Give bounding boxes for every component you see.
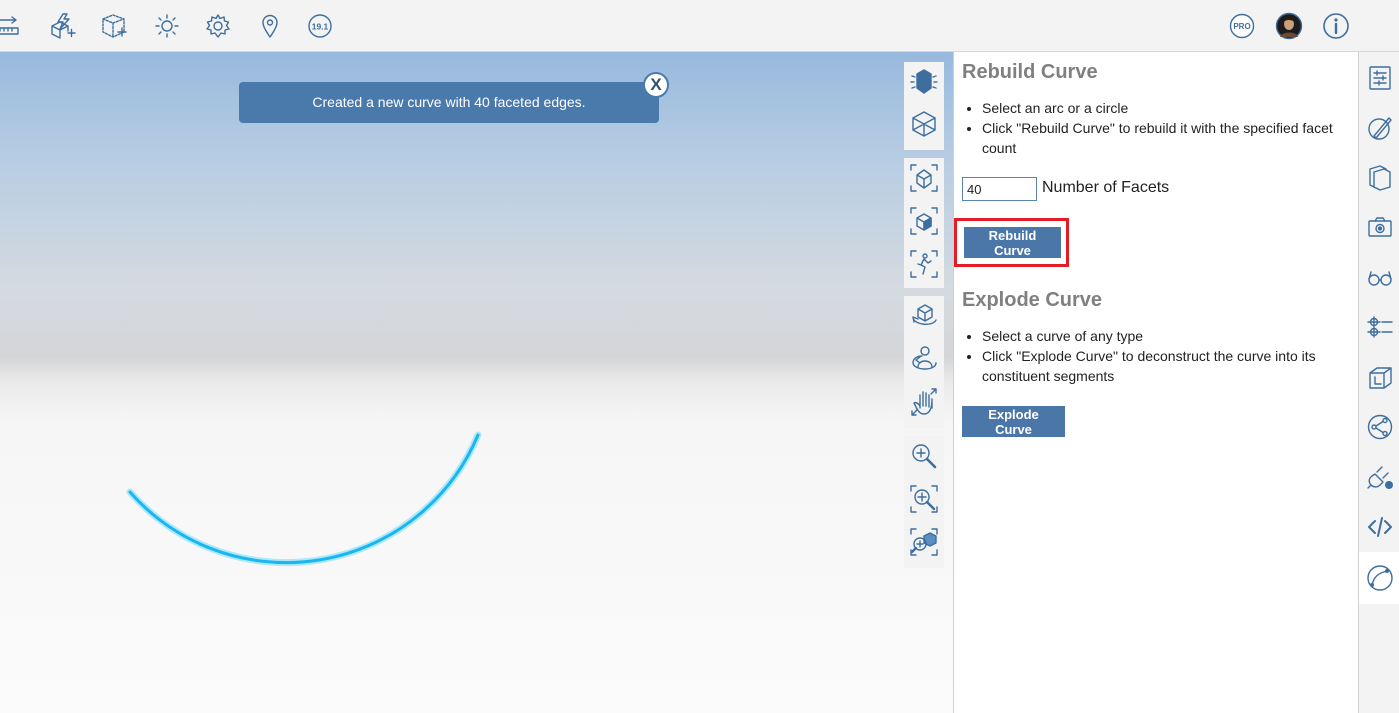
explode-curve-button[interactable]: Explode Curve	[962, 406, 1065, 437]
perspective-view-icon[interactable]	[908, 162, 940, 194]
rebuild-curve-title: Rebuild Curve	[962, 61, 1098, 83]
version-badge-text: 19.1	[312, 22, 329, 32]
curve-tools-icon[interactable]	[1366, 564, 1394, 592]
code-editor-icon[interactable]	[1366, 513, 1394, 541]
display-glasses-icon[interactable]	[1366, 263, 1394, 291]
entity-info-icon[interactable]	[1366, 64, 1394, 92]
3d-viewport[interactable]: Created a new curve with 40 faceted edge…	[0, 52, 953, 713]
x-ray-view-icon[interactable]	[908, 66, 940, 98]
view-style-group	[904, 62, 944, 150]
rebuild-instruction-item: Select an arc or a circle	[982, 98, 1367, 118]
scenes-camera-icon[interactable]	[1366, 213, 1394, 241]
toast-message: Created a new curve with 40 faceted edge…	[312, 94, 586, 110]
notification-toast: Created a new curve with 40 faceted edge…	[239, 82, 659, 123]
location-pin-icon[interactable]	[256, 12, 284, 40]
camera-views-group	[904, 158, 944, 288]
user-avatar[interactable]	[1275, 12, 1303, 40]
rebuild-instructions: Select an arc or a circle Click "Rebuild…	[962, 98, 1367, 158]
number-of-facets-input[interactable]	[962, 177, 1037, 201]
pan-hand-icon[interactable]	[908, 386, 940, 418]
power-import-icon[interactable]	[48, 12, 76, 40]
top-toolbar: 19.1 PRO	[0, 0, 1399, 52]
walk-mode-icon[interactable]	[908, 248, 940, 280]
wireframe-view-icon[interactable]	[908, 108, 940, 140]
zoom-icon[interactable]	[908, 440, 940, 472]
pro-badge-icon[interactable]: PRO	[1228, 12, 1256, 40]
rebuild-instruction-item: Click "Rebuild Curve" to rebuild it with…	[982, 118, 1367, 158]
navigation-group	[904, 296, 944, 428]
add-component-icon[interactable]	[100, 12, 128, 40]
share-network-icon[interactable]	[1366, 413, 1394, 441]
explode-curve-title: Explode Curve	[962, 289, 1103, 311]
parallel-view-icon[interactable]	[908, 205, 940, 237]
explode-instructions: Select a curve of any type Click "Explod…	[962, 326, 1367, 386]
extensions-plug-icon[interactable]	[1366, 463, 1394, 491]
explode-instruction-item: Select a curve of any type	[982, 326, 1367, 346]
toast-close-button[interactable]: X	[643, 72, 669, 98]
number-of-facets-label: Number of Facets	[1042, 179, 1170, 196]
orbit-icon[interactable]	[908, 300, 940, 332]
measure-ruler-icon[interactable]	[0, 12, 22, 40]
components-icon[interactable]	[1366, 163, 1394, 191]
version-badge-icon[interactable]: 19.1	[306, 12, 334, 40]
pro-badge-text: PRO	[1233, 22, 1250, 31]
zoom-group	[904, 436, 944, 568]
zoom-window-icon[interactable]	[908, 483, 940, 515]
materials-icon[interactable]	[1366, 114, 1394, 142]
zoom-extents-icon[interactable]	[908, 526, 940, 558]
right-sidebar	[1358, 52, 1399, 713]
curve-tools-panel: Rebuild Curve Select an arc or a circle …	[953, 52, 1358, 713]
look-around-icon[interactable]	[908, 343, 940, 375]
rebuild-curve-button[interactable]: Rebuild Curve	[964, 227, 1061, 258]
info-icon[interactable]	[1322, 12, 1350, 40]
sun-shadow-icon[interactable]	[153, 12, 181, 40]
selected-curve[interactable]	[0, 52, 953, 713]
settings-gear-icon[interactable]	[204, 12, 232, 40]
sections-icon[interactable]	[1366, 363, 1394, 391]
explode-instruction-item: Click "Explode Curve" to deconstruct the…	[982, 346, 1367, 386]
layers-icon[interactable]	[1366, 313, 1394, 341]
